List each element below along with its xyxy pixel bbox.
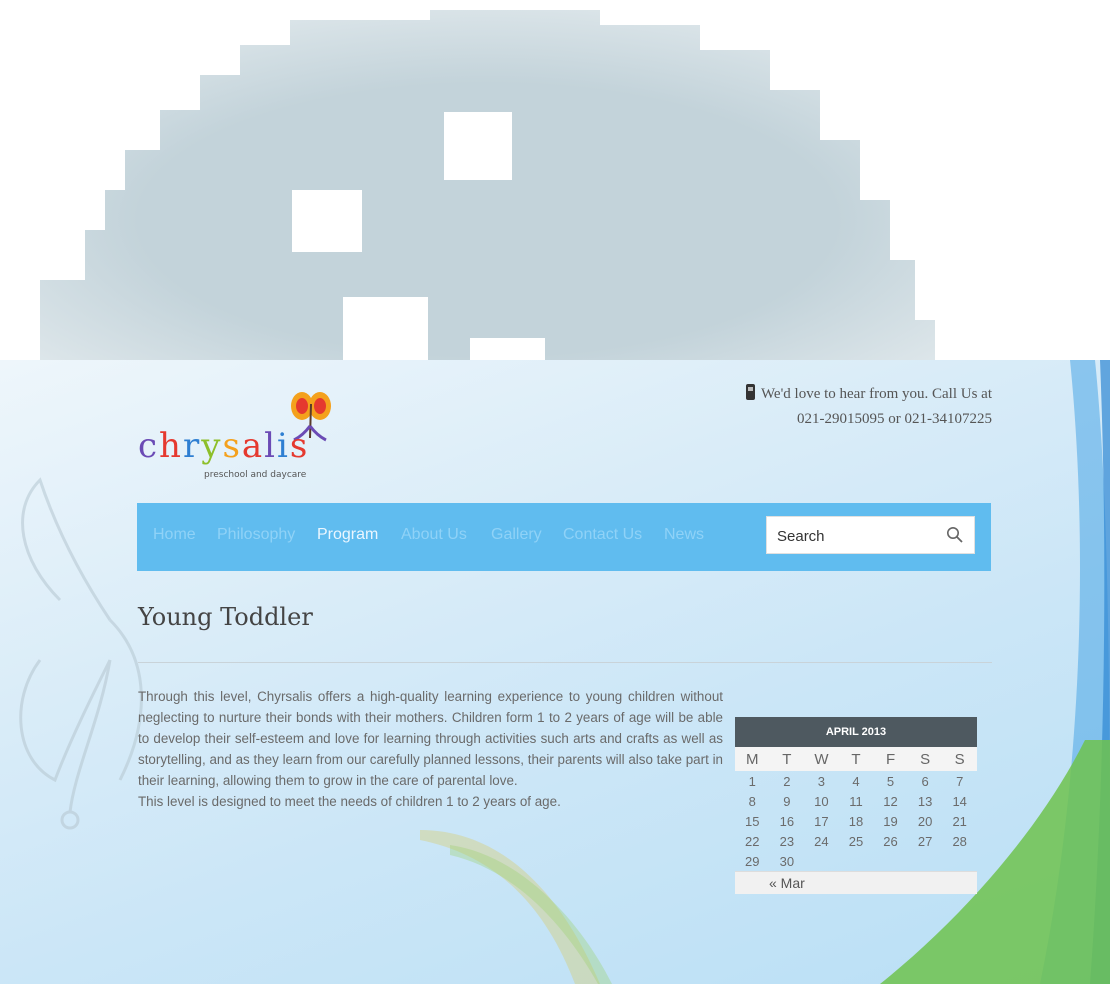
calendar-week-row: 22 23 24 25 26 27 28 xyxy=(735,831,977,851)
calendar-day: 21 xyxy=(952,813,967,829)
house-graphic xyxy=(0,0,1110,360)
calendar-caption: APRIL 2013 xyxy=(735,717,977,747)
calendar-day: 17 xyxy=(814,813,829,829)
weekday-header: T xyxy=(838,747,874,771)
search-icon[interactable] xyxy=(946,526,964,544)
calendar-day xyxy=(839,851,874,871)
main-nav: Home Philosophy Program About Us Gallery… xyxy=(137,503,991,571)
calendar-week-row: 29 30 xyxy=(735,851,977,871)
website-page: chrysalis preschool and daycare We'd lov… xyxy=(0,360,1110,984)
calendar-week-row: 15 16 17 18 19 20 21 xyxy=(735,811,977,831)
weekday-header: S xyxy=(942,747,977,771)
callout-phone-numbers: 021-29015095 or 021-34107225 xyxy=(797,411,992,427)
weekday-header: M xyxy=(735,747,770,771)
weekday-header: F xyxy=(873,747,908,771)
calendar-prev-month-link[interactable]: « Mar xyxy=(735,871,977,894)
calendar-day: 22 xyxy=(745,833,760,849)
calendar-day xyxy=(908,851,943,871)
calendar-day: 19 xyxy=(883,813,898,829)
calendar-week-row: 1 2 3 4 5 6 7 xyxy=(735,771,977,791)
calendar-day: 9 xyxy=(783,793,791,809)
calendar-day: 30 xyxy=(779,853,795,869)
calendar-day: 3 xyxy=(817,773,826,789)
calendar-day: 10 xyxy=(814,793,829,809)
calendar-day: 5 xyxy=(886,773,895,789)
house-illustration xyxy=(40,10,935,360)
page-content: Through this level, Chyrsalis offers a h… xyxy=(138,686,723,812)
calendar-day: 13 xyxy=(917,793,933,809)
calendar-weekday-row: M T W T F S S xyxy=(735,747,977,771)
nav-item-home[interactable]: Home xyxy=(153,526,196,544)
calendar-day: 23 xyxy=(779,833,795,849)
content-paragraph-2: This level is designed to meet the needs… xyxy=(138,794,561,809)
title-divider xyxy=(138,662,992,663)
calendar-day: 18 xyxy=(848,813,864,829)
calendar-day: 27 xyxy=(917,833,933,849)
calendar-day xyxy=(873,851,908,871)
page-title: Young Toddler xyxy=(138,603,313,631)
phone-icon xyxy=(745,384,755,400)
nav-item-philosophy[interactable]: Philosophy xyxy=(217,526,295,544)
calendar-grid: M T W T F S S 1 2 3 4 5 6 7 8 9 10 11 12… xyxy=(735,747,977,871)
nav-item-program[interactable]: Program xyxy=(317,526,378,544)
calendar-day: 16 xyxy=(779,813,795,829)
calendar-day: 1 xyxy=(748,773,756,789)
calendar-day: 6 xyxy=(921,773,929,789)
contact-callout: We'd love to hear from you. Call Us at 0… xyxy=(745,382,992,432)
callout-line-1: We'd love to hear from you. Call Us at xyxy=(760,386,992,402)
calendar-day: 14 xyxy=(952,793,967,809)
weekday-header: T xyxy=(769,747,805,771)
nav-item-about-us[interactable]: About Us xyxy=(401,526,467,544)
logo-wordmark: chrysalis xyxy=(138,426,310,466)
calendar-day: 20 xyxy=(917,813,933,829)
calendar-day: 12 xyxy=(883,793,898,809)
calendar-day: 8 xyxy=(748,793,756,809)
calendar-day: 26 xyxy=(883,833,898,849)
calendar-day: 2 xyxy=(783,773,791,789)
calendar-day: 15 xyxy=(745,813,760,829)
weekday-header: W xyxy=(804,747,839,771)
calendar-day: 29 xyxy=(745,853,760,869)
calendar-day: 24 xyxy=(814,833,829,849)
calendar-widget: APRIL 2013 M T W T F S S 1 2 3 4 5 6 7 8… xyxy=(735,717,977,894)
calendar-day: 25 xyxy=(848,833,864,849)
search-box xyxy=(766,516,975,554)
logo-tagline: preschool and daycare xyxy=(204,470,307,480)
content-paragraph-1: Through this level, Chyrsalis offers a h… xyxy=(138,689,723,788)
site-logo[interactable]: chrysalis preschool and daycare xyxy=(138,390,338,480)
nav-item-contact-us[interactable]: Contact Us xyxy=(563,526,642,544)
search-input[interactable] xyxy=(775,525,939,547)
nav-item-news[interactable]: News xyxy=(664,526,704,544)
calendar-day: 7 xyxy=(956,773,964,789)
calendar-week-row: 8 9 10 11 12 13 14 xyxy=(735,791,977,811)
calendar-day: 4 xyxy=(852,773,860,789)
calendar-day: 11 xyxy=(849,793,863,809)
calendar-day: 28 xyxy=(952,833,967,849)
calendar-day xyxy=(804,851,839,871)
weekday-header: S xyxy=(907,747,943,771)
calendar-day xyxy=(942,851,977,871)
nav-item-gallery[interactable]: Gallery xyxy=(491,526,542,544)
